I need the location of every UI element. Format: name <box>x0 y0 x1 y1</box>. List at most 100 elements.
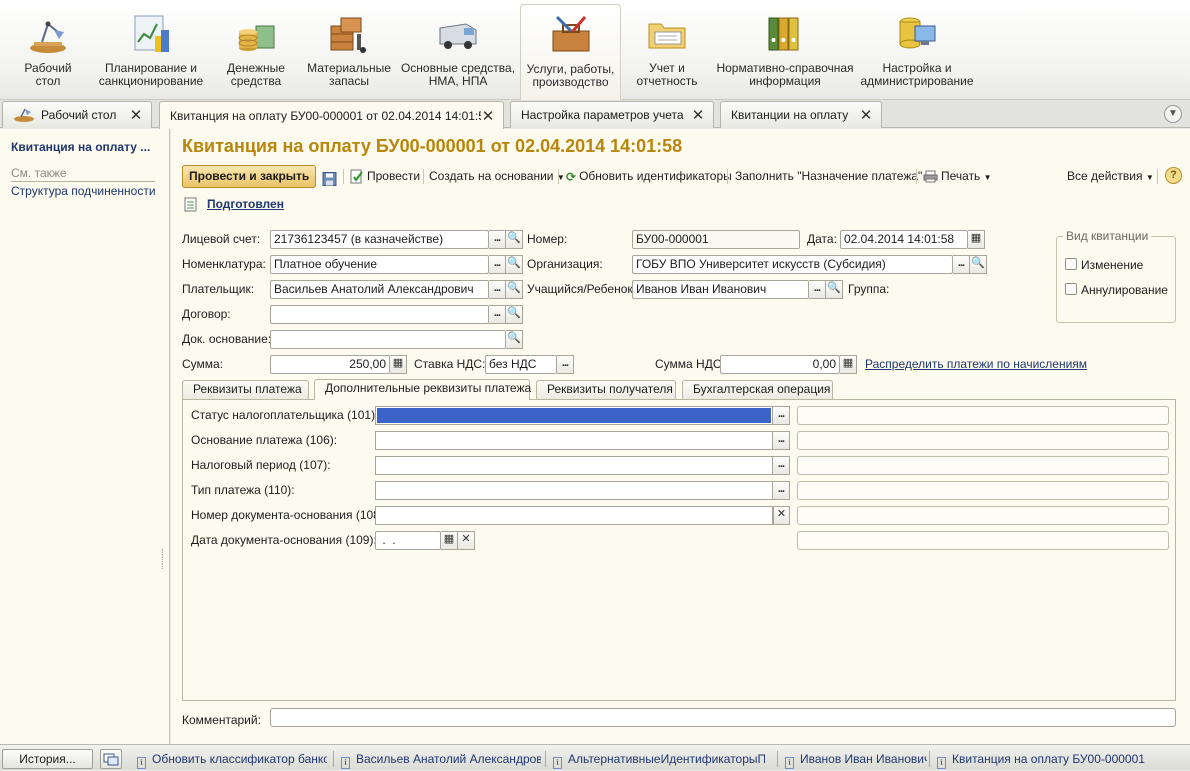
history-item[interactable]: i Квитанция на оплату БУ00-000001 о... <box>937 749 1147 769</box>
section-planning[interactable]: Планирование и санкционирование <box>99 6 203 98</box>
payer-open-icon[interactable]: 🔍 <box>506 280 523 299</box>
calculator-icon[interactable]: ▦ <box>840 355 857 374</box>
period107-description-field[interactable] <box>797 456 1169 475</box>
section-admin[interactable]: Настройка и администрирование <box>860 6 974 98</box>
help-icon[interactable]: ? <box>1165 167 1182 184</box>
section-money[interactable]: Денежные средства <box>222 6 290 98</box>
organization-select-button[interactable]: ... <box>953 255 970 274</box>
number-field[interactable]: БУ00-000001 <box>632 230 800 249</box>
calendar-icon[interactable]: ▦ <box>968 230 985 249</box>
docdate109-description-field[interactable] <box>797 531 1169 550</box>
type110-select-button[interactable]: ... <box>773 481 790 500</box>
basis-doc-field[interactable] <box>270 330 506 349</box>
sections-panel: Рабочий стол Планирование и санкциониров… <box>0 0 1190 100</box>
nav-subordination-link[interactable]: Структура подчиненности <box>11 184 156 198</box>
docnum108-description-field[interactable] <box>797 506 1169 525</box>
history-item[interactable]: i Иванов Иван Иванович <box>785 749 927 769</box>
nav-current-item[interactable]: Квитанция на оплату ... <box>11 140 150 154</box>
tab-receipts-list[interactable]: Квитанции на оплату ✕ <box>720 101 882 128</box>
basis-doc-open-icon[interactable]: 🔍 <box>506 330 523 349</box>
calculator-icon[interactable]: ▦ <box>390 355 407 374</box>
close-icon[interactable]: ✕ <box>691 106 705 124</box>
date-field[interactable]: 02.04.2014 14:01:58 <box>840 230 968 249</box>
section-reference[interactable]: Нормативно-справочная информация <box>716 6 854 98</box>
payer-select-button[interactable]: ... <box>489 280 506 299</box>
contract-select-button[interactable]: ... <box>489 305 506 324</box>
period107-field[interactable] <box>375 456 773 475</box>
tab-payment-details[interactable]: Реквизиты платежа <box>182 380 309 399</box>
tab-accounting-operation[interactable]: Бухгалтерская операция <box>682 380 833 399</box>
print-button[interactable]: Печать ▼ <box>923 165 992 187</box>
panel-splitter[interactable]: ⁞ ⁞ ⁞ <box>161 548 165 577</box>
vat-rate-field[interactable]: без НДС <box>485 355 557 374</box>
status101-select-button[interactable]: ... <box>773 406 790 425</box>
organization-field[interactable]: ГОБУ ВПО Университет искусств (Субсидия) <box>632 255 953 274</box>
history-item[interactable]: i Обновить классификатор банков <box>137 749 327 769</box>
section-desktop[interactable]: Рабочий стол <box>14 6 82 98</box>
nomenclature-open-icon[interactable]: 🔍 <box>506 255 523 274</box>
comment-field[interactable] <box>270 708 1176 727</box>
post-button[interactable]: Провести <box>350 165 420 187</box>
update-identifiers-button[interactable]: ⟳ Обновить идентификаторы <box>566 165 732 187</box>
fill-purpose-button[interactable]: Заполнить "Назначение платежа" <box>735 165 922 187</box>
create-based-on-button[interactable]: Создать на основании ▼ <box>429 165 565 187</box>
close-icon[interactable]: ✕ <box>129 106 143 124</box>
history-button[interactable]: История... <box>2 749 93 769</box>
history-item-label: Иванов Иван Иванович <box>800 752 927 766</box>
windows-switch-icon[interactable] <box>100 749 122 769</box>
tab-receipt[interactable]: Квитанция на оплату БУ00-000001 от 02.04… <box>159 101 504 129</box>
section-fixed-assets[interactable]: Основные средства, НМА, НПА <box>401 6 515 98</box>
section-materials[interactable]: Материальные запасы <box>307 6 391 98</box>
all-actions-button[interactable]: Все действия ▼ <box>1067 165 1154 187</box>
basis106-field[interactable] <box>375 431 773 450</box>
docdate109-field[interactable]: . . <box>375 531 441 550</box>
student-select-button[interactable]: ... <box>809 280 826 299</box>
contract-open-icon[interactable]: 🔍 <box>506 305 523 324</box>
history-item-label: АльтернативныеИдентификаторыП... <box>568 752 765 766</box>
calendar-icon[interactable]: ▦ <box>441 531 458 550</box>
status101-description-field[interactable] <box>797 406 1169 425</box>
period107-label: Налоговый период (107): <box>191 458 331 472</box>
tab-recipient-details[interactable]: Реквизиты получателя <box>536 380 676 399</box>
change-checkbox[interactable] <box>1065 258 1077 270</box>
distribute-payments-link[interactable]: Распределить платежи по начислениям <box>865 357 1087 371</box>
basis106-description-field[interactable] <box>797 431 1169 450</box>
period107-select-button[interactable]: ... <box>773 456 790 475</box>
clear-icon[interactable]: ✕ <box>773 506 790 525</box>
docnum108-field[interactable] <box>375 506 773 525</box>
tab-additional-payment-details[interactable]: Дополнительные реквизиты платежа <box>314 379 531 400</box>
account-open-icon[interactable]: 🔍 <box>506 230 523 249</box>
tab-desktop[interactable]: Рабочий стол ✕ <box>2 101 152 128</box>
section-accounting[interactable]: Учет и отчетность <box>637 6 698 98</box>
vat-sum-field[interactable]: 0,00 <box>720 355 840 374</box>
dropdown-arrow-icon: ▼ <box>1145 173 1154 182</box>
organization-open-icon[interactable]: 🔍 <box>970 255 987 274</box>
sum-field[interactable]: 250,00 <box>270 355 390 374</box>
section-services[interactable]: Услуги, работы, производство <box>520 4 621 100</box>
student-field[interactable]: Иванов Иван Иванович <box>632 280 809 299</box>
history-item[interactable]: i АльтернативныеИдентификаторыП... <box>553 749 765 769</box>
vat-rate-select-button[interactable]: ... <box>557 355 574 374</box>
payer-field[interactable]: Васильев Анатолий Александрович <box>270 280 489 299</box>
save-icon[interactable] <box>322 168 337 190</box>
status101-field[interactable] <box>375 406 773 425</box>
basis106-select-button[interactable]: ... <box>773 431 790 450</box>
student-open-icon[interactable]: 🔍 <box>826 280 843 299</box>
post-and-close-button[interactable]: Провести и закрыть <box>182 165 317 188</box>
contract-field[interactable] <box>270 305 489 324</box>
nomenclature-field[interactable]: Платное обучение <box>270 255 489 274</box>
close-icon[interactable]: ✕ <box>859 106 873 124</box>
nomenclature-select-button[interactable]: ... <box>489 255 506 274</box>
tab-accounting-settings[interactable]: Настройка параметров учета ✕ <box>510 101 714 128</box>
history-item[interactable]: i Васильев Анатолий Александрович <box>341 749 541 769</box>
type110-description-field[interactable] <box>797 481 1169 500</box>
cancel-checkbox[interactable] <box>1065 283 1077 295</box>
close-icon[interactable]: ✕ <box>481 107 495 125</box>
tabs-menu-chevron-icon[interactable]: ▼ <box>1164 105 1182 123</box>
clear-icon[interactable]: ✕ <box>458 531 475 550</box>
type110-field[interactable] <box>375 481 773 500</box>
account-field[interactable]: 21736123457 (в казначействе) <box>270 230 489 249</box>
desk-lamp-icon <box>30 21 66 53</box>
account-select-button[interactable]: ... <box>489 230 506 249</box>
status-link[interactable]: Подготовлен <box>207 195 284 213</box>
